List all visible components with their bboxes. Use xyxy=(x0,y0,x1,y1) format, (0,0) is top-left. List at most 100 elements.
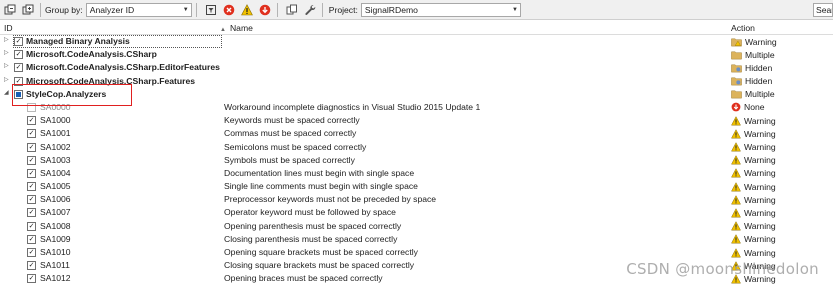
warning-icon xyxy=(731,208,741,218)
collapse-all-button[interactable] xyxy=(20,2,36,18)
search-input[interactable]: Search xyxy=(813,3,833,17)
group-checkbox[interactable] xyxy=(14,76,23,86)
analyzer-group-row[interactable]: ▷ Microsoft.CodeAnalysis.CSharp Multiple xyxy=(0,48,833,61)
rule-row[interactable]: SA0000 Workaround incomplete diagnostics … xyxy=(0,101,833,114)
rule-row[interactable]: SA1009 Closing parenthesis must be spaced… xyxy=(0,233,833,246)
rule-action-label: None xyxy=(744,102,765,113)
rule-row[interactable]: SA1007 Operator keyword must be followed … xyxy=(0,206,833,219)
wrench-icon xyxy=(305,4,316,15)
rule-action-label: Warning xyxy=(744,168,776,179)
warning-icon xyxy=(731,155,741,165)
rule-row[interactable]: SA1000 Keywords must be spaced correctly W… xyxy=(0,114,833,127)
error-icon xyxy=(223,4,235,15)
rule-checkbox[interactable] xyxy=(27,129,36,139)
rule-checkbox[interactable] xyxy=(27,208,36,218)
rule-checkbox[interactable] xyxy=(27,102,36,112)
analyzer-group-row[interactable]: ▷ Microsoft.CodeAnalysis.CSharp.EditorFea… xyxy=(0,61,833,74)
rule-action[interactable]: Warning xyxy=(731,220,776,233)
rule-action[interactable]: Warning xyxy=(731,180,776,193)
warning-icon xyxy=(731,128,741,139)
rule-action[interactable]: Warning xyxy=(731,246,776,259)
rule-id: SA1012 xyxy=(40,273,71,284)
group-label: Managed Binary Analysis xyxy=(26,36,130,46)
expand-arrow-icon[interactable]: ▷ xyxy=(4,62,12,69)
rule-checkbox[interactable] xyxy=(27,274,36,284)
rule-row[interactable]: SA1004 Documentation lines must begin wit… xyxy=(0,167,833,180)
rule-action[interactable]: Warning xyxy=(731,154,776,167)
collapse-arrow-icon[interactable]: ◢ xyxy=(4,89,12,96)
column-header: ID ▲ Name Action xyxy=(0,21,833,35)
none-icon xyxy=(731,103,741,112)
rule-checkbox[interactable] xyxy=(27,142,36,152)
expand-arrow-icon[interactable]: ▷ xyxy=(4,49,12,56)
column-name[interactable]: ▲ Name xyxy=(220,23,253,33)
group-action[interactable]: Warning xyxy=(731,35,777,48)
rule-checkbox[interactable] xyxy=(27,195,36,205)
rule-action[interactable]: Warning xyxy=(731,141,776,154)
group-label: Microsoft.CodeAnalysis.CSharp.EditorFeat… xyxy=(26,62,220,73)
rule-row[interactable]: SA1008 Opening parenthesis must be spaced… xyxy=(0,220,833,233)
warning-icon xyxy=(731,234,741,244)
analyzer-group-row[interactable]: ◢ StyleCop.Analyzers Multiple xyxy=(0,88,833,101)
show-warnings-button[interactable] xyxy=(239,2,255,18)
group-action[interactable]: Multiple xyxy=(731,48,775,61)
rule-action[interactable]: Warning xyxy=(731,167,776,180)
rule-checkbox[interactable] xyxy=(27,234,36,244)
group-action-label: Hidden xyxy=(745,62,773,73)
rule-action[interactable]: Warning xyxy=(731,114,776,127)
rule-action[interactable]: Warning xyxy=(731,206,776,219)
group-checkbox[interactable] xyxy=(14,37,23,46)
group-action-label: Multiple xyxy=(745,89,775,100)
rule-action-label: Warning xyxy=(744,247,776,258)
rule-row[interactable]: SA1001 Commas must be spaced correctly War… xyxy=(0,127,833,140)
rule-action[interactable]: Warning xyxy=(731,193,776,206)
warning-icon xyxy=(731,142,741,152)
rule-action[interactable]: Warning xyxy=(731,127,776,140)
rule-name: Commas must be spaced correctly xyxy=(224,128,357,139)
project-dropdown[interactable]: SignalRDemo ▼ xyxy=(360,2,521,17)
settings-button[interactable] xyxy=(302,2,318,18)
group-label: StyleCop.Analyzers xyxy=(26,88,107,99)
show-errors-button[interactable] xyxy=(221,2,237,18)
rule-checkbox[interactable] xyxy=(27,182,36,192)
rule-row[interactable]: SA1005 Single line comments must begin wi… xyxy=(0,180,833,193)
rule-action-label: Warning xyxy=(744,221,776,232)
expand-all-button[interactable] xyxy=(2,2,18,18)
rule-row[interactable]: SA1010 Opening square brackets must be sp… xyxy=(0,246,833,259)
rule-action-label: Warning xyxy=(744,155,776,166)
column-action[interactable]: Action xyxy=(731,23,755,33)
group-by-dropdown[interactable]: Analyzer ID ▼ xyxy=(85,2,192,17)
rule-checkbox[interactable] xyxy=(27,248,36,257)
rule-row[interactable]: SA1006 Preprocessor keywords must not be … xyxy=(0,193,833,206)
rule-checkbox[interactable] xyxy=(27,261,36,271)
rule-name: Operator keyword must be followed by spa… xyxy=(224,207,396,218)
column-id[interactable]: ID xyxy=(4,23,13,33)
rule-row[interactable]: SA1003 Symbols must be spaced correctly Wa… xyxy=(0,154,833,167)
rule-checkbox[interactable] xyxy=(27,116,36,126)
rule-action[interactable]: Warning xyxy=(731,233,776,246)
expand-arrow-icon[interactable]: ▷ xyxy=(4,36,12,43)
rule-id: SA1003 xyxy=(40,154,71,165)
rule-checkbox[interactable] xyxy=(27,155,36,165)
rule-name: Documentation lines must begin with sing… xyxy=(224,167,415,178)
rule-checkbox[interactable] xyxy=(27,221,36,231)
copy-button[interactable] xyxy=(284,2,300,18)
filter-button[interactable] xyxy=(203,2,219,18)
group-action[interactable]: Multiple xyxy=(731,88,775,101)
rule-action-label: Warning xyxy=(744,128,776,139)
rule-name: Opening square brackets must be spaced c… xyxy=(224,247,418,257)
group-checkbox[interactable] xyxy=(14,63,23,73)
group-action[interactable]: Hidden xyxy=(731,61,772,74)
expand-arrow-icon[interactable]: ▷ xyxy=(4,76,12,83)
rule-row[interactable]: SA1002 Semicolons must be spaced correctl… xyxy=(0,141,833,154)
warning-icon xyxy=(731,247,741,257)
rule-checkbox[interactable] xyxy=(27,168,36,178)
analyzer-group-row[interactable]: ▷ Microsoft.CodeAnalysis.CSharp.Features H… xyxy=(0,75,833,88)
rule-action[interactable]: None xyxy=(731,101,765,114)
group-action[interactable]: Hidden xyxy=(731,75,772,88)
group-checkbox[interactable] xyxy=(14,50,23,60)
warning-icon xyxy=(731,168,741,178)
analyzer-group-row[interactable]: ▷ Managed Binary Analysis Warning xyxy=(0,35,833,48)
show-none-button[interactable] xyxy=(257,2,273,18)
group-checkbox[interactable] xyxy=(14,89,23,99)
